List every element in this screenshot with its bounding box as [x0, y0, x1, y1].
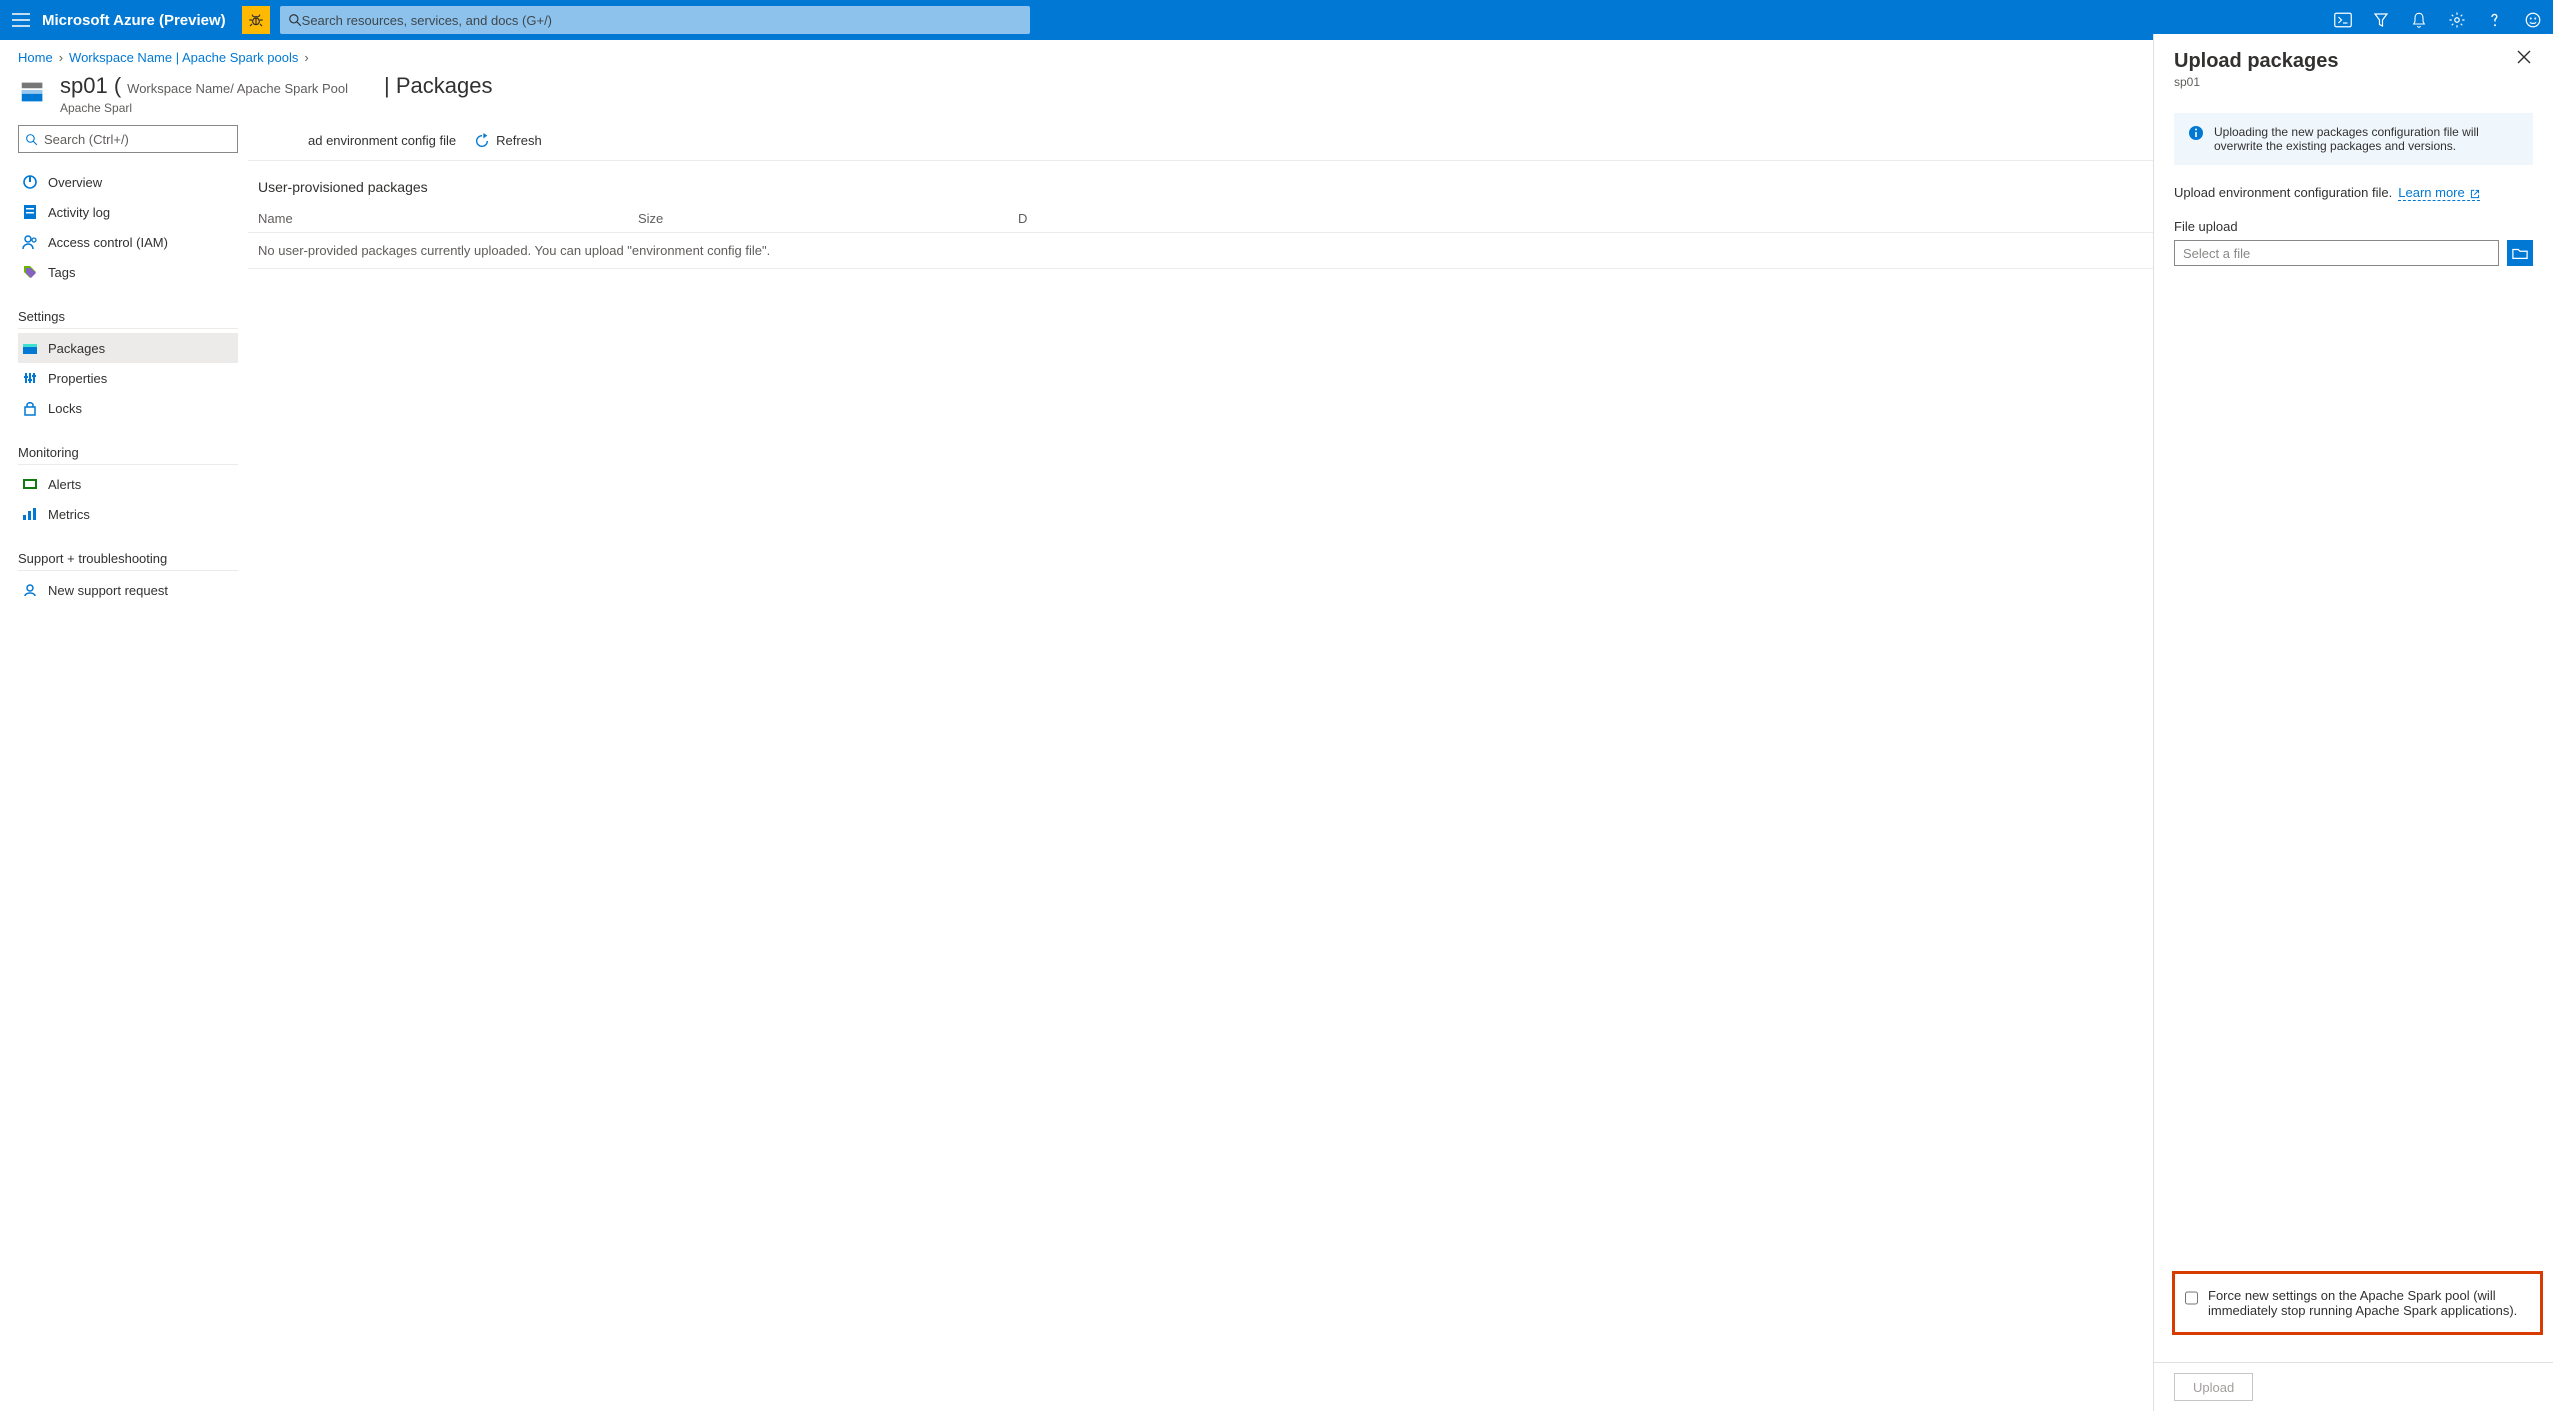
spark-pool-icon: [18, 77, 48, 107]
upload-button[interactable]: Upload: [2174, 1373, 2253, 1401]
col-date-header[interactable]: D: [1018, 211, 1027, 226]
nav-section-settings: Settings: [18, 309, 238, 329]
resource-type: Apache Sparl: [60, 101, 348, 115]
external-link-icon: [2470, 189, 2480, 199]
learn-more-link[interactable]: Learn more: [2398, 185, 2480, 201]
nav-activity-log[interactable]: Activity log: [18, 197, 238, 227]
col-name-header[interactable]: Name: [258, 211, 638, 226]
col-size-header[interactable]: Size: [638, 211, 1018, 226]
nav-search-placeholder: Search (Ctrl+/): [44, 132, 129, 147]
folder-icon: [2512, 246, 2528, 260]
search-icon: [25, 133, 38, 146]
alerts-icon: [22, 476, 38, 492]
nav-packages[interactable]: Packages: [18, 333, 238, 363]
help-icon[interactable]: [2485, 10, 2505, 30]
upload-config-button[interactable]: ad environment config file: [308, 133, 456, 148]
nav-label: Access control (IAM): [48, 235, 168, 250]
preview-bug-icon[interactable]: [242, 6, 270, 34]
force-settings-label: Force new settings on the Apache Spark p…: [2208, 1288, 2530, 1318]
nav-new-support-request[interactable]: New support request: [18, 575, 238, 605]
cloud-shell-icon[interactable]: [2333, 10, 2353, 30]
nav-iam[interactable]: Access control (IAM): [18, 227, 238, 257]
nav-label: Properties: [48, 371, 107, 386]
nav-label: Locks: [48, 401, 82, 416]
panel-title: Upload packages: [2174, 50, 2339, 73]
toolbar-label: Refresh: [496, 133, 542, 148]
overview-icon: [22, 174, 38, 190]
learn-more-label: Learn more: [2398, 185, 2464, 200]
nav-properties[interactable]: Properties: [18, 363, 238, 393]
breadcrumb-workspace[interactable]: Workspace Name | Apache Spark pools: [69, 50, 298, 65]
nav-metrics[interactable]: Metrics: [18, 499, 238, 529]
directory-filter-icon[interactable]: [2371, 10, 2391, 30]
nav-label: Packages: [48, 341, 105, 356]
nav-section-support: Support + troubleshooting: [18, 551, 238, 571]
info-text: Uploading the new packages configuration…: [2214, 125, 2519, 153]
brand-title: Microsoft Azure (Preview): [42, 12, 226, 29]
refresh-icon: [474, 133, 490, 149]
nav-tags[interactable]: Tags: [18, 257, 238, 287]
menu-icon[interactable]: [10, 9, 32, 31]
nav-label: Activity log: [48, 205, 110, 220]
search-icon: [288, 13, 302, 27]
info-callout: Uploading the new packages configuration…: [2174, 113, 2533, 165]
chevron-right-icon: ›: [304, 50, 308, 65]
nav-search[interactable]: Search (Ctrl+/): [18, 125, 238, 153]
force-settings-checkbox[interactable]: [2185, 1290, 2198, 1306]
refresh-button[interactable]: Refresh: [474, 133, 542, 149]
upload-packages-panel: Upload packages sp01 Uploading the new p…: [2153, 34, 2553, 1411]
nav-section-monitoring: Monitoring: [18, 445, 238, 465]
chevron-right-icon: ›: [59, 50, 63, 65]
browse-file-button[interactable]: [2507, 240, 2533, 266]
toolbar-label: ad environment config file: [308, 133, 456, 148]
resource-path: Workspace Name/ Apache Spark Pool: [127, 81, 348, 96]
close-icon[interactable]: [2517, 50, 2533, 66]
info-icon: [2188, 125, 2204, 141]
metrics-icon: [22, 506, 38, 522]
locks-icon: [22, 400, 38, 416]
nav-label: Metrics: [48, 507, 90, 522]
settings-gear-icon[interactable]: [2447, 10, 2467, 30]
file-upload-label: File upload: [2174, 219, 2533, 234]
properties-icon: [22, 370, 38, 386]
resource-name: sp01 (: [60, 73, 121, 99]
nav-overview[interactable]: Overview: [18, 167, 238, 197]
tags-icon: [22, 264, 38, 280]
upload-desc-text: Upload environment configuration file.: [2174, 185, 2392, 201]
iam-icon: [22, 234, 38, 250]
breadcrumb-home[interactable]: Home: [18, 50, 53, 65]
panel-subtitle: sp01: [2174, 75, 2339, 89]
global-search-input[interactable]: [302, 13, 1022, 28]
file-upload-input[interactable]: [2174, 240, 2499, 266]
support-icon: [22, 582, 38, 598]
feedback-icon[interactable]: [2523, 10, 2543, 30]
nav-label: Overview: [48, 175, 102, 190]
global-search[interactable]: [280, 6, 1030, 34]
nav-alerts[interactable]: Alerts: [18, 469, 238, 499]
packages-icon: [22, 340, 38, 356]
force-settings-highlight: Force new settings on the Apache Spark p…: [2172, 1271, 2543, 1335]
activity-log-icon: [22, 204, 38, 220]
nav-label: Alerts: [48, 477, 81, 492]
nav-label: Tags: [48, 265, 75, 280]
nav-locks[interactable]: Locks: [18, 393, 238, 423]
notifications-icon[interactable]: [2409, 10, 2429, 30]
blade-title: | Packages: [384, 73, 492, 99]
nav-label: New support request: [48, 583, 168, 598]
